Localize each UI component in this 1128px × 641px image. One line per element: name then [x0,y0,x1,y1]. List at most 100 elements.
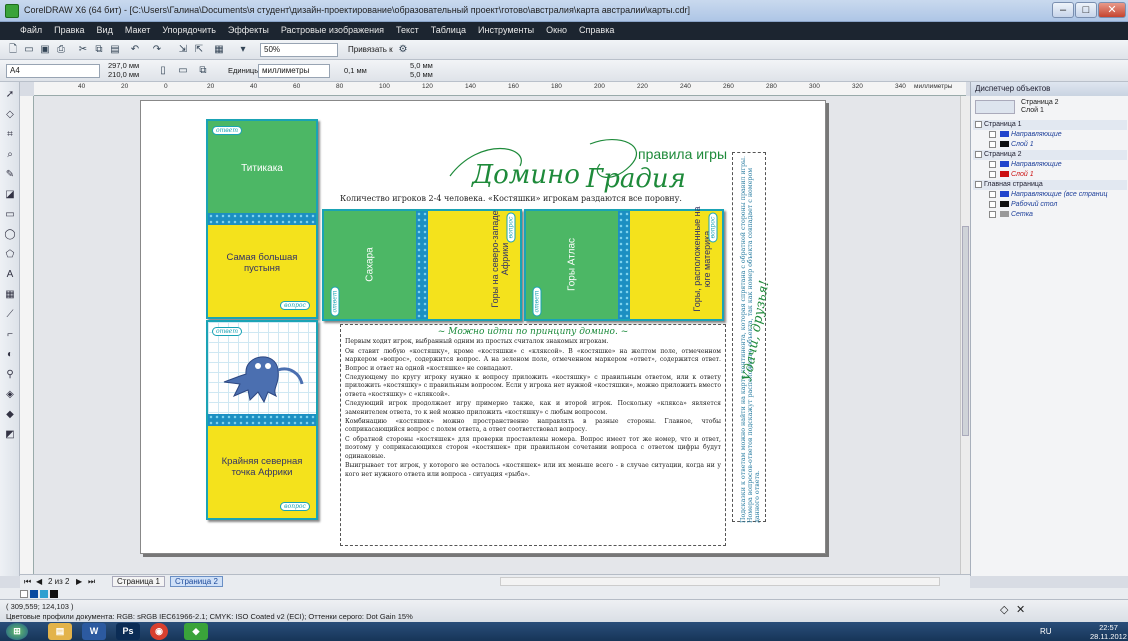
menu-item[interactable]: Справка [573,22,620,38]
object-tree-layer[interactable]: Сетка [973,210,1127,220]
minimize-button[interactable]: – [1052,2,1074,18]
photoshop-icon[interactable]: Ps [116,623,140,640]
object-tree-layer[interactable]: Рабочий стол [973,200,1127,210]
launcher-icon[interactable]: ▾ [236,43,250,57]
units-combo[interactable]: миллиметры [258,64,330,78]
text-tool-icon[interactable]: A [3,268,17,282]
new-document-icon[interactable]: 🗋 [6,43,20,57]
snap-to-dropdown[interactable]: Привязать к [348,45,393,54]
menu-item[interactable]: Макет [119,22,156,38]
redo-icon[interactable]: ↷ [150,43,164,57]
menu-item[interactable]: Эффекты [222,22,275,38]
ellipse-tool-icon[interactable]: ◯ [3,228,17,242]
object-tree-page[interactable]: Страница 2 [973,150,1127,160]
object-manager-toolbar[interactable] [975,100,1015,114]
scroll-thumb[interactable] [962,226,969,436]
export-icon[interactable]: ⇱ [192,43,206,57]
language-indicator[interactable]: RU [1040,627,1052,636]
outline-tool-icon[interactable]: ◈ [3,388,17,402]
first-page-icon[interactable]: ⏮ [24,577,31,587]
domino-card-vertical-2[interactable]: ответ Крайняя северная точка Африки вопр… [206,320,318,520]
object-tree-layer[interactable]: Слой 1 [973,170,1127,180]
fill-indicator-icon[interactable]: ◇ [1000,603,1008,616]
table-tool-icon[interactable]: ▦ [3,288,17,302]
visibility-icon[interactable] [989,200,996,208]
paste-icon[interactable]: ▤ [108,43,122,57]
visibility-icon[interactable] [989,160,996,168]
object-tree-layer[interactable]: Направляющие [973,130,1127,140]
last-page-icon[interactable]: ⏭ [88,577,95,587]
landscape-icon[interactable]: ▭ [176,64,190,78]
connector-tool-icon[interactable]: ⌐ [3,328,17,342]
portrait-icon[interactable]: ▯ [156,64,170,78]
visibility-icon[interactable] [989,140,996,148]
close-button[interactable]: ✕ [1098,2,1126,18]
menu-item[interactable]: Правка [48,22,90,38]
crop-tool-icon[interactable]: ⌗ [3,128,17,142]
smart-fill-icon[interactable]: ◪ [3,188,17,202]
fill-tool-icon[interactable]: ◆ [3,408,17,422]
prev-page-icon[interactable]: ◀ [36,577,42,586]
menu-item[interactable]: Файл [14,22,48,38]
menu-item[interactable]: Текст [390,22,425,38]
rules-text-frame[interactable]: ~ Можно идти по принципу домино. ~ Первы… [340,324,726,546]
tab-page-2[interactable]: Страница 2 [170,576,223,587]
polygon-tool-icon[interactable]: ⬠ [3,248,17,262]
coreldraw-taskbar-icon[interactable]: ◆ [184,623,208,640]
zoom-combo[interactable]: 50% [260,43,338,57]
maximize-button[interactable]: □ [1075,2,1097,18]
duplicate-x-field[interactable]: 5,0 мм [410,61,433,70]
print-icon[interactable]: ⎙ [54,43,68,57]
horizontal-ruler[interactable]: 40 20 0 20 40 60 80 100 120 140 160 180 200 220 240 260… [34,82,966,96]
color-profiles-text[interactable]: Цветовые профили документа: RGB: sRGB IE… [6,612,413,621]
copy-icon[interactable]: ⧉ [92,43,106,57]
expand-icon[interactable] [975,150,982,158]
save-icon[interactable]: ▣ [38,43,52,57]
expand-icon[interactable] [975,120,982,128]
page-width-field[interactable]: 297,0 мм [108,61,139,70]
pick-tool-icon[interactable]: ➚ [3,88,17,102]
visibility-icon[interactable] [989,210,996,218]
page-height-field[interactable]: 210,0 мм [108,70,139,79]
expand-icon[interactable] [975,180,982,188]
freehand-tool-icon[interactable]: ✎ [3,168,17,182]
swatch-blue[interactable] [30,590,38,598]
menu-item[interactable]: Окно [540,22,573,38]
tab-page-1[interactable]: Страница 1 [112,576,165,587]
menu-item[interactable]: Вид [91,22,119,38]
page-size-combo[interactable]: A4 [6,64,100,78]
vertical-scrollbar[interactable] [960,96,970,574]
all-pages-icon[interactable]: ⧉ [196,64,210,78]
zoom-tool-icon[interactable]: ⌕ [3,148,17,162]
next-page-icon[interactable]: ▶ [76,577,82,586]
object-tree-layer[interactable]: Слой 1 [973,140,1127,150]
domino-card-horizontal-2[interactable]: Горы Атлас Горы, расположенные на юге ма… [524,206,724,321]
chrome-icon[interactable]: ◉ [150,623,168,640]
domino-card-vertical-1[interactable]: ответ Титикака Самая большая пустыня воп… [206,119,318,319]
swatch-black[interactable] [50,590,58,598]
rectangle-tool-icon[interactable]: ▭ [3,208,17,222]
import-icon[interactable]: ⇲ [176,43,190,57]
menu-item[interactable]: Растровые изображения [275,22,390,38]
swatch-white[interactable] [20,590,28,598]
start-button-icon[interactable]: ⊞ [6,623,28,640]
open-icon[interactable]: ▭ [22,43,36,57]
visibility-icon[interactable] [989,190,996,198]
object-tree-page[interactable]: Главная страница [973,180,1127,190]
options-icon[interactable]: ⚙ [396,43,410,57]
nudge-distance-field[interactable]: 0,1 мм [344,66,367,75]
coreldraw-app-icon[interactable] [5,4,19,18]
word-icon[interactable]: W [82,623,106,640]
vertical-ruler[interactable] [20,96,34,576]
domino-card-horizontal-1[interactable]: Сахара Горы на северо-западе Африки отве… [322,209,522,321]
visibility-icon[interactable] [989,130,996,138]
publish-pdf-icon[interactable]: ▦ [212,43,226,57]
shape-tool-icon[interactable]: ◇ [3,108,17,122]
duplicate-y-field[interactable]: 5,0 мм [410,70,433,79]
object-tree-layer[interactable]: Направляющие (все страниц [973,190,1127,200]
interactive-fill-icon[interactable]: ◩ [3,428,17,442]
eyedropper-tool-icon[interactable]: ⚲ [3,368,17,382]
swatch-cyan[interactable] [40,590,48,598]
object-tree-page[interactable]: Страница 1 [973,120,1127,130]
menu-item[interactable]: Инструменты [472,22,540,38]
